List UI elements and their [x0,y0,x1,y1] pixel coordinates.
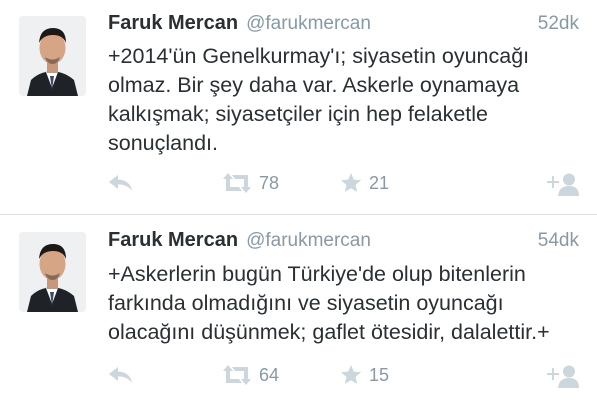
tweet-header: Faruk Mercan @farukmercan 52dk [108,12,579,38]
follow-user-icon [547,365,579,388]
reply-arrow-icon [109,175,132,191]
tweet-text: +Askerlerin bugün Türkiye'de olup bitenl… [108,262,550,344]
author-handle[interactable]: @farukmercan [246,230,371,251]
retweet-count: 78 [259,172,280,193]
favorite-button[interactable]: 15 [340,364,389,386]
tweet-text: +2014'ün Genelkurmay'ı; siyasetin oyunca… [108,44,530,155]
follow-user-icon [547,173,579,196]
avatar-photo [19,16,86,96]
follow-button[interactable] [545,172,579,196]
favorite-count: 15 [369,364,390,385]
tweet-2[interactable]: Faruk Mercan @farukmercan 54dk +Askerleri… [0,215,597,406]
author-name[interactable]: Faruk Mercan [108,229,238,251]
retweet-icon [223,365,251,385]
author-handle[interactable]: @farukmercan [246,13,371,34]
follow-button[interactable] [545,364,579,388]
retweet-icon [223,173,251,193]
tweet-1[interactable]: Faruk Mercan @farukmercan 52dk +2014'ün G… [0,0,597,215]
star-icon [341,173,361,192]
avatar[interactable] [19,16,86,96]
reply-arrow-icon [109,367,132,383]
retweet-button[interactable]: 78 [222,172,279,194]
tweet-timestamp[interactable]: 52dk [538,13,579,35]
tweet-timestamp[interactable]: 54dk [538,230,579,252]
favorite-button[interactable]: 21 [340,172,389,194]
retweet-count: 64 [259,364,280,385]
author-name[interactable]: Faruk Mercan [108,12,238,34]
tweet-header: Faruk Mercan @farukmercan 54dk [108,229,579,255]
avatar[interactable] [19,232,86,312]
reply-button[interactable] [108,172,134,194]
star-icon [341,365,361,384]
favorite-count: 21 [369,172,390,193]
retweet-button[interactable]: 64 [222,364,279,386]
reply-button[interactable] [108,364,134,386]
avatar-photo [19,232,86,312]
